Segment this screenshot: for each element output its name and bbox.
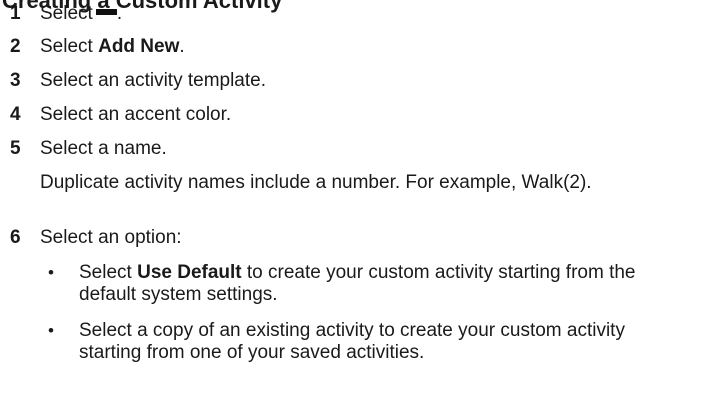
step-text: Select an accent color.: [40, 104, 232, 125]
bullet: •: [48, 321, 54, 340]
step-text: Select an activity template.: [40, 70, 266, 91]
step-number: 6: [10, 227, 21, 248]
step-text: Select a name.: [40, 138, 167, 159]
bullet: •: [48, 263, 54, 282]
step-number: 5: [10, 138, 21, 159]
step-number: 4: [10, 104, 21, 125]
option-text: Select a copy of an existing activity to…: [79, 320, 625, 363]
step-number: 3: [10, 70, 21, 91]
step-text: Select an option:: [40, 227, 182, 248]
step-text: Select.: [40, 3, 123, 24]
step-number: 2: [10, 36, 21, 57]
menu-icon: [95, 9, 117, 15]
step-number: 1: [10, 3, 21, 24]
step-text: Select Add New.: [40, 36, 185, 57]
option-text: Select Use Default to create your custom…: [79, 262, 636, 305]
step-5-note: Duplicate activity names include a numbe…: [40, 172, 592, 193]
